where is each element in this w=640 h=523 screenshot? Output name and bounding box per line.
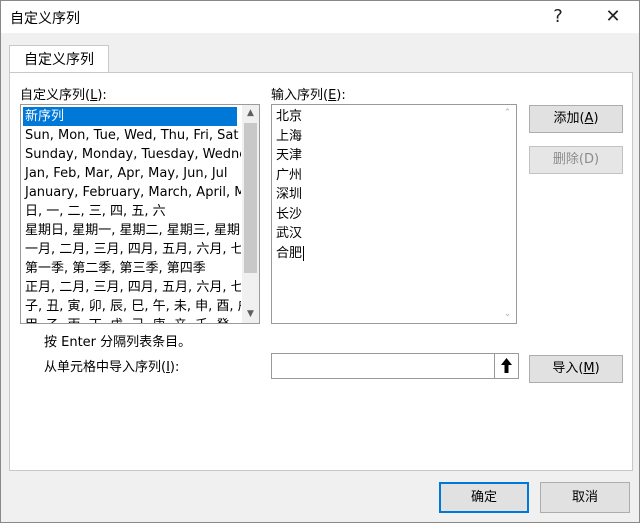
custom-lists-listbox[interactable]: 新序列 Sun, Mon, Tue, Wed, Thu, Fri, Sat Su… [20,104,260,324]
list-item[interactable]: January, February, March, April, Ma [23,183,241,202]
title-bar: 自定义序列 ? ✕ [1,1,639,33]
import-range-input[interactable] [271,353,495,379]
tab-bar: 自定义序列 [1,33,639,73]
up-arrow-icon [501,358,512,373]
scroll-down-arrow-icon[interactable]: ⌄ [499,306,516,323]
close-button[interactable]: ✕ [598,4,628,30]
entry-line: 广州 [276,167,303,183]
list-item[interactable]: 一月, 二月, 三月, 四月, 五月, 六月, 七 [23,240,241,259]
tab-custom-lists[interactable]: 自定义序列 [9,45,109,73]
list-item[interactable]: Jan, Feb, Mar, Apr, May, Jun, Jul [23,164,241,183]
ok-button[interactable]: 确定 [439,482,529,513]
list-item[interactable]: 正月, 二月, 三月, 四月, 五月, 六月, 七 [23,278,241,297]
import-from-cells-label: 从单元格中导入序列(I): [44,360,180,375]
tab-panel: 自定义序列(L): 新序列 Sun, Mon, Tue, Wed, Thu, F… [9,72,633,471]
list-entries-label: 输入序列(E): [271,88,346,103]
entry-line: 武汉 [276,226,303,241]
entry-line: 深圳 [276,187,303,202]
delete-button[interactable]: 删除(D) [529,146,623,174]
entry-line: 上海 [276,128,303,144]
list-entries-textarea[interactable]: 北京 上海 天津 广州 深圳 长沙 武汉 合肥 ⌃ ⌄ [271,104,517,324]
scroll-down-arrow-icon[interactable]: ▼ [242,306,259,323]
add-button[interactable]: 添加(A) [529,105,623,133]
entries-scrollbar[interactable]: ⌃ ⌄ [499,105,516,323]
entry-line: 北京 [276,109,303,124]
custom-lists-dialog: 自定义序列 ? ✕ 自定义序列 自定义序列(L): 新序列 Sun, Mon, … [0,0,640,523]
custom-lists-label: 自定义序列(L): [20,88,107,103]
scroll-up-arrow-icon[interactable]: ⌃ [499,105,516,122]
list-item[interactable]: 甲, 乙, 丙, 丁, 戊, 己, 庚, 辛, 壬, 癸 [23,316,241,323]
list-item[interactable]: 日, 一, 二, 三, 四, 五, 六 [23,202,241,221]
entry-line-last: 合肥 [276,245,305,261]
list-item[interactable]: Sun, Mon, Tue, Wed, Thu, Fri, Sat [23,126,241,145]
scroll-up-arrow-icon[interactable]: ▲ [242,105,259,122]
collapse-dialog-button[interactable] [494,353,519,379]
entry-line: 天津 [276,148,303,163]
list-item[interactable]: 新序列 [23,107,237,126]
list-item[interactable]: 第一季, 第二季, 第三季, 第四季 [23,259,241,278]
hint-text: 按 Enter 分隔列表条目。 [44,335,192,350]
list-item[interactable]: Sunday, Monday, Tuesday, Wednesday [23,145,241,164]
entry-line: 长沙 [276,206,303,222]
help-button[interactable]: ? [543,4,573,30]
list-scrollbar[interactable]: ▲ ▼ [242,105,259,323]
list-item[interactable]: 子, 丑, 寅, 卯, 辰, 巳, 午, 未, 申, 酉, 戌 [23,297,241,316]
cancel-button[interactable]: 取消 [540,482,630,513]
scroll-thumb[interactable] [244,123,257,273]
list-item[interactable]: 星期日, 星期一, 星期二, 星期三, 星期 [23,221,241,240]
import-button[interactable]: 导入(M) [529,355,623,383]
dialog-title: 自定义序列 [10,11,80,27]
text-caret [303,245,305,261]
